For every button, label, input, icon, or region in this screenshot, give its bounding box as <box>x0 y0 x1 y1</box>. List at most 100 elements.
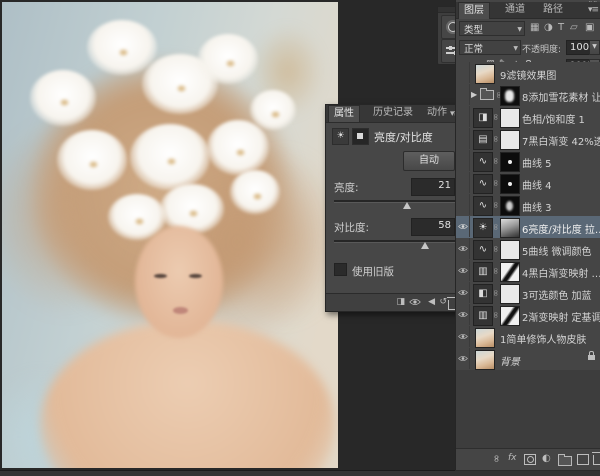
mask-thumbnail[interactable] <box>500 240 520 260</box>
link-icon: ∞ <box>490 311 500 319</box>
adjustment-filter-icon[interactable]: ◑ <box>544 22 553 33</box>
photo-image[interactable] <box>2 2 338 468</box>
link-layers-icon[interactable]: ∞ <box>491 454 502 462</box>
visibility-well[interactable] <box>456 172 470 193</box>
opacity-dropdown-icon[interactable]: ▼ <box>589 40 600 55</box>
slider-thumb[interactable] <box>403 202 411 209</box>
layer-row-selected[interactable]: ☀ ∞ 6亮度/对比度 拉… <box>456 216 600 239</box>
layer-row[interactable]: 9滤镜效果图 <box>456 62 600 85</box>
layer-name[interactable]: 背景 <box>500 353 520 368</box>
background-layer-row[interactable]: 背景 <box>456 348 600 371</box>
visibility-toggle[interactable] <box>456 282 470 303</box>
layer-row[interactable]: 1简单修饰人物皮肤 <box>456 326 600 349</box>
delete-layer-icon[interactable] <box>593 455 600 465</box>
visibility-toggle[interactable] <box>456 326 470 347</box>
layer-row[interactable]: ◨ ∞ 色相/饱和度 1 <box>456 106 600 129</box>
panel-menu-icon[interactable]: ▾≡ <box>588 5 598 15</box>
visibility-toggle[interactable] <box>456 348 470 369</box>
disclosure-triangle-icon[interactable]: ▶ <box>471 90 477 99</box>
layer-row[interactable]: ▤ ∞ 7黑白渐变 42%透… <box>456 128 600 151</box>
layer-thumbnail[interactable] <box>475 64 495 84</box>
layer-thumbnail[interactable] <box>475 328 495 348</box>
layer-row[interactable]: ▥ ∞ 4黑白渐变映射 … <box>456 260 600 283</box>
visibility-well[interactable] <box>456 194 470 215</box>
mask-thumbnail[interactable] <box>500 306 520 326</box>
new-layer-icon[interactable] <box>577 454 589 465</box>
mask-thumbnail[interactable] <box>500 196 520 216</box>
layer-name[interactable]: 1简单修饰人物皮肤 <box>500 331 586 346</box>
layer-name[interactable]: 曲线 3 <box>522 199 552 214</box>
mask-thumbnail[interactable] <box>500 284 520 304</box>
layer-name[interactable]: 9滤镜效果图 <box>500 67 556 82</box>
layer-name[interactable]: 8添加雪花素材 让… <box>522 89 600 104</box>
contrast-value[interactable]: 58 <box>411 218 455 236</box>
previous-state-icon[interactable]: ◀ <box>428 297 435 307</box>
visibility-toggle-icon[interactable] <box>409 298 421 309</box>
smart-object-filter-icon[interactable]: ▣ <box>585 22 594 33</box>
mask-thumbnail[interactable] <box>500 174 520 194</box>
tab-paths[interactable]: 路径 <box>538 2 568 18</box>
layer-name[interactable]: 6亮度/对比度 拉… <box>522 221 600 236</box>
layer-name[interactable]: 2渐变映射 定基调… <box>522 309 600 324</box>
tab-properties[interactable]: 属性 <box>328 105 360 122</box>
visibility-well[interactable] <box>456 128 470 149</box>
shape-filter-icon[interactable]: ▱ <box>570 22 578 33</box>
visibility-toggle[interactable] <box>456 216 470 237</box>
visibility-well[interactable] <box>456 84 470 105</box>
reset-icon[interactable]: ↺ <box>439 297 447 307</box>
use-legacy-checkbox[interactable] <box>334 263 347 276</box>
group-mask-thumbnail[interactable] <box>500 86 520 106</box>
blend-mode-row: 正常 ▼ 不透明度: 100% ▼ <box>456 38 600 57</box>
layer-row[interactable]: ∿ ∞ 5曲线 微调颜色 <box>456 238 600 261</box>
adjustment-mask-icon[interactable] <box>352 128 369 145</box>
layer-row[interactable]: ∿ ∞ 曲线 4 <box>456 172 600 195</box>
type-filter-icon[interactable]: T <box>558 22 564 33</box>
layer-row[interactable]: ∿ ∞ 曲线 3 <box>456 194 600 217</box>
layer-name[interactable]: 曲线 4 <box>522 177 552 192</box>
filter-type-dropdown[interactable]: 类型 ▼ <box>459 21 525 36</box>
mask-thumbnail[interactable] <box>500 130 520 150</box>
contrast-slider[interactable] <box>334 237 455 247</box>
blend-mode-dropdown[interactable]: 正常 ▼ <box>459 40 521 55</box>
mask-thumbnail[interactable] <box>500 152 520 172</box>
layer-name[interactable]: 7黑白渐变 42%透… <box>522 133 600 148</box>
eye-icon <box>409 298 421 306</box>
brightness-slider[interactable] <box>334 197 455 207</box>
visibility-well[interactable] <box>456 150 470 171</box>
clip-to-layer-icon[interactable]: ◨ <box>396 297 405 307</box>
visibility-well[interactable] <box>456 62 470 83</box>
layer-name[interactable]: 3可选颜色 加蓝 <box>522 287 592 302</box>
auto-button[interactable]: 自动 <box>403 151 455 171</box>
tab-history[interactable]: 历史记录 <box>368 105 418 121</box>
eye-icon <box>458 245 468 252</box>
orchid-flower <box>130 124 210 190</box>
layer-style-icon[interactable]: fx <box>508 453 517 463</box>
mask-thumbnail[interactable] <box>500 262 520 282</box>
visibility-well[interactable] <box>456 106 470 127</box>
tab-actions[interactable]: 动作 <box>422 105 452 121</box>
visibility-toggle[interactable] <box>456 304 470 325</box>
layer-row[interactable]: ◧ ∞ 3可选颜色 加蓝 <box>456 282 600 305</box>
add-mask-icon[interactable] <box>524 454 536 465</box>
visibility-toggle[interactable] <box>456 238 470 259</box>
layer-name[interactable]: 4黑白渐变映射 … <box>522 265 600 280</box>
slider-thumb[interactable] <box>421 242 429 249</box>
group-row[interactable]: ▶ ∞ 8添加雪花素材 让… <box>456 84 600 107</box>
tab-channels[interactable]: 通道 <box>500 2 530 18</box>
mask-thumbnail[interactable] <box>500 218 520 238</box>
layer-name[interactable]: 色相/饱和度 1 <box>522 111 585 126</box>
pixel-filter-icon[interactable]: ▦ <box>530 22 539 33</box>
layer-row[interactable]: ∿ ∞ 曲线 5 <box>456 150 600 173</box>
new-adjustment-layer-icon[interactable]: ◐ <box>542 453 551 464</box>
layer-list-empty-area[interactable] <box>456 370 600 448</box>
new-group-icon[interactable] <box>558 456 572 466</box>
contrast-label: 对比度: <box>334 220 369 235</box>
layer-name[interactable]: 5曲线 微调颜色 <box>522 243 592 258</box>
tab-layers[interactable]: 图层 <box>458 2 490 19</box>
mask-thumbnail[interactable] <box>500 108 520 128</box>
brightness-value[interactable]: 21 <box>411 178 455 196</box>
layer-name[interactable]: 曲线 5 <box>522 155 552 170</box>
layer-row[interactable]: ▥ ∞ 2渐变映射 定基调… <box>456 304 600 327</box>
visibility-toggle[interactable] <box>456 260 470 281</box>
layer-thumbnail[interactable] <box>475 350 495 370</box>
